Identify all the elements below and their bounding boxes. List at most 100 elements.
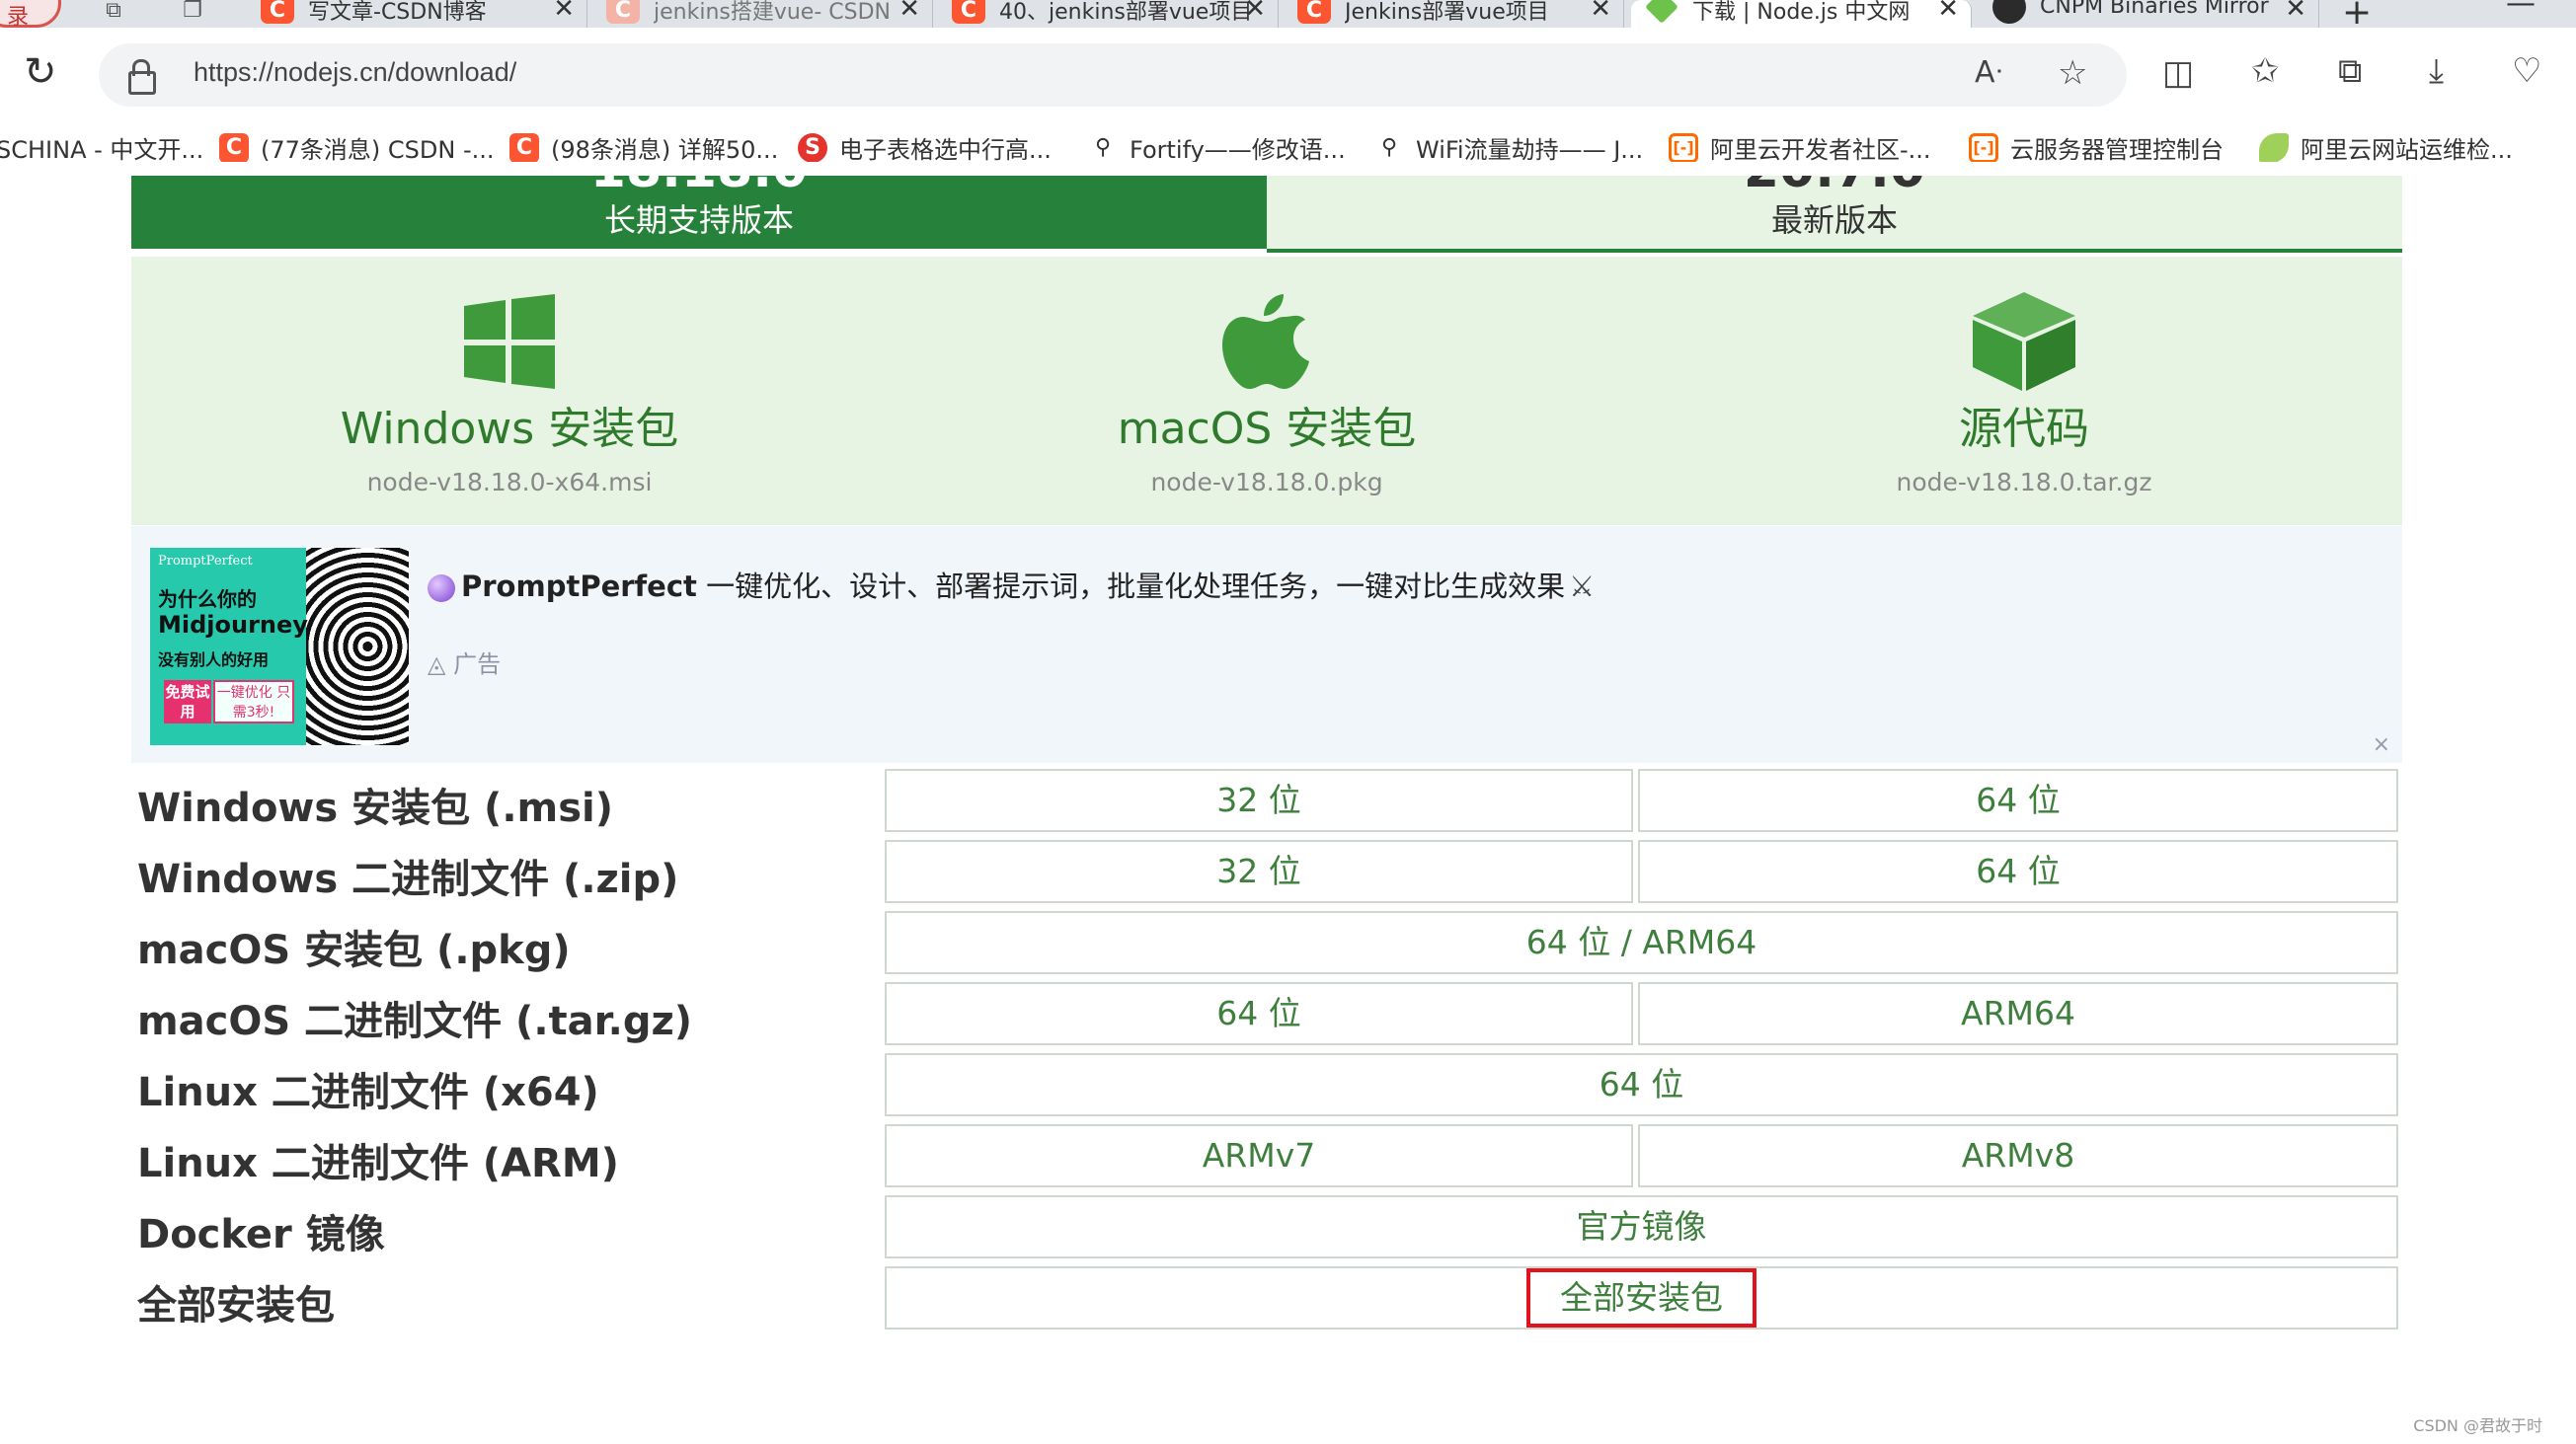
bookmark-item[interactable]: C (98条消息) 详解50... [509,130,778,162]
collections-icon[interactable]: ⧉ [2338,51,2362,91]
download-button[interactable]: ARMv8 [1638,1124,2398,1187]
page-content: 18.18.0 长期支持版本 20.7.0 最新版本 Windows 安装包 n… [0,176,2576,1444]
browser-tab-1[interactable]: C 写文章-CSDN博客 ✕ [247,0,587,28]
table-row: Windows 安装包 (.msi) 32 位 64 位 [131,766,2402,837]
csdn-icon: C [219,132,249,162]
ad-image-line1: 为什么你的 [158,587,257,611]
browser-tab-4[interactable]: C Jenkins部署vue项目 ✕ [1284,0,1624,28]
release-tabs: 18.18.0 长期支持版本 20.7.0 最新版本 [131,176,2402,253]
downloads-icon[interactable]: ⤓ [2429,51,2444,91]
favorites-icon[interactable]: ✩ [2251,51,2280,91]
card-filename: node-v18.18.0.tar.gz [1896,468,2152,496]
table-row: Windows 二进制文件 (.zip) 32 位 64 位 [131,837,2402,908]
tab-underline [1267,249,2402,253]
bookmark-item[interactable]: 阿里云网站运维检... [2259,130,2513,162]
download-button[interactable]: 64 位 / ARM64 [885,911,2398,974]
bookmark-item[interactable]: C (77条消息) CSDN -... [219,130,495,162]
table-row: Docker 镜像 官方镜像 [131,1192,2402,1263]
ad-close-icon[interactable]: × [2373,732,2390,757]
tab-close-icon[interactable]: ✕ [1244,0,1266,24]
tab-title: CNPM Binaries Mirror [2040,0,2269,19]
tab-current[interactable]: 20.7.0 最新版本 [1267,176,2402,249]
card-filename: node-v18.18.0.pkg [1150,468,1383,496]
workspaces-icon[interactable]: ⧉ [99,0,128,26]
bookmark-item[interactable]: [-] 云服务器管理控制台 [1969,130,2224,162]
tab-title: 40、jenkins部署vue项目 [999,0,1253,25]
row-label: macOS 安装包 (.pkg) [137,928,571,973]
bookmark-item[interactable]: ⚲ WiFi流量劫持—— J... [1374,130,1643,163]
browser-tab-6[interactable]: CNPM Binaries Mirror ✕ [1979,0,2319,28]
row-label: Linux 二进制文件 (x64) [137,1070,599,1115]
download-button[interactable]: 32 位 [885,840,1633,903]
tab-close-icon[interactable]: ✕ [1937,0,1959,24]
table-row: Linux 二进制文件 (x64) 64 位 [131,1050,2402,1121]
favorite-star-icon[interactable]: ☆ [2058,53,2087,93]
browser-tab-2[interactable]: C jenkins搭建vue- CSDN ✕ [592,0,933,28]
cnpm-favicon-icon [1992,0,2026,24]
ad-image-line2: Midjourney [158,611,308,639]
bookmark-item[interactable]: S 电子表格选中行高... [798,130,1052,162]
download-button[interactable]: ARM64 [1638,982,2398,1045]
card-filename: node-v18.18.0-x64.msi [366,468,653,496]
fortify-icon: ⚲ [1380,134,1398,160]
highlight-box[interactable]: 全部安装包 [1526,1268,1756,1328]
address-toolbar: ↻ https://nodejs.cn/download/ Aᐧ ☆ ◫ ✩ ⧉… [0,28,2576,126]
bookmark-item[interactable]: ⚲ Fortify——修改语... [1088,130,1346,163]
row-label: Linux 二进制文件 (ARM) [137,1141,619,1186]
download-button[interactable]: 32 位 [885,769,1633,832]
download-button[interactable]: 官方镜像 [885,1195,2398,1258]
download-cards: Windows 安装包 node-v18.18.0-x64.msi macOS … [131,257,2402,525]
tab-title: 写文章-CSDN博客 [308,0,487,25]
download-button[interactable]: 64 位 [885,982,1633,1045]
reload-icon[interactable]: ↻ [24,49,57,95]
download-button[interactable]: 64 位 [1638,840,2398,903]
csdn-icon: C [509,132,539,162]
ad-image[interactable]: PromptPerfect 为什么你的 Midjourney 没有别人的好用 免… [150,548,409,745]
login-tab-label: 录 [7,5,30,28]
aliyun-icon: [-] [1969,132,1998,162]
card-source-code[interactable]: 源代码 node-v18.18.0.tar.gz [1646,257,2402,525]
browser-essentials-icon[interactable]: ♡ [2512,51,2541,91]
ad-image-cta: 一键优化 只需3秒! [213,680,294,723]
all-packages-button[interactable]: 全部安装包 [885,1266,2398,1330]
bookmark-item[interactable]: [-] 阿里云开发者社区-... [1669,130,1931,162]
card-name: Windows 安装包 [340,404,679,454]
card-macos-installer[interactable]: macOS 安装包 node-v18.18.0.pkg [889,257,1645,525]
tab-close-icon[interactable]: ✕ [553,0,575,24]
browser-tab-strip: 录 ⧉ ❐ C 写文章-CSDN博客 ✕ C jenkins搭建vue- CSD… [0,0,2576,28]
card-windows-installer[interactable]: Windows 安装包 node-v18.18.0-x64.msi [131,257,888,525]
bookmark-item[interactable]: SCHINA - 中文开... [0,130,203,162]
tab-close-icon[interactable]: ✕ [2285,0,2306,24]
csdn-favicon-icon: C [952,0,985,24]
url-text[interactable]: https://nodejs.cn/download/ [194,57,516,88]
card-name: 源代码 [1959,404,2089,454]
windows-icon [131,292,888,401]
ad-image-line3: 没有别人的好用 [158,650,270,669]
download-button[interactable]: 64 位 [885,1053,2398,1116]
ad-title[interactable]: PromptPerfect 一键优化、设计、部署提示词，批量化处理任务，一键对比… [428,564,1595,605]
csdn-favicon-icon: C [1297,0,1331,24]
table-row: macOS 安装包 (.pkg) 64 位 / ARM64 [131,908,2402,979]
ad-image-brand: PromptPerfect [158,554,253,569]
advertisement[interactable]: PromptPerfect 为什么你的 Midjourney 没有别人的好用 免… [131,526,2402,763]
row-label: Docker 镜像 [137,1212,385,1257]
row-label: Windows 二进制文件 (.zip) [137,857,679,902]
address-bar[interactable]: https://nodejs.cn/download/ Aᐧ ☆ [99,43,2127,107]
read-aloud-icon[interactable]: Aᐧ [1975,55,2002,90]
tab-actions-icon[interactable]: ❐ [178,0,207,26]
new-tab-icon[interactable]: + [2342,0,2372,28]
apple-icon [889,292,1645,401]
tab-close-icon[interactable]: ✕ [898,0,920,24]
browser-tab-5-active[interactable]: 下载 | Node.js 中文网 ✕ [1631,0,1972,28]
login-tab[interactable]: 录 [0,0,61,28]
tab-close-icon[interactable]: ✕ [1590,0,1611,24]
table-row: macOS 二进制文件 (.tar.gz) 64 位 ARM64 [131,979,2402,1050]
split-screen-icon[interactable]: ◫ [2162,53,2194,93]
download-button[interactable]: 64 位 [1638,769,2398,832]
crossed-swords-icon: ⚔ [1569,570,1596,603]
browser-tab-3[interactable]: C 40、jenkins部署vue项目 ✕ [938,0,1279,28]
lock-icon[interactable] [128,59,156,95]
download-button[interactable]: ARMv7 [885,1124,1633,1187]
tab-lts[interactable]: 18.18.0 长期支持版本 [131,176,1267,249]
minimize-window-icon[interactable]: — [2506,0,2536,21]
